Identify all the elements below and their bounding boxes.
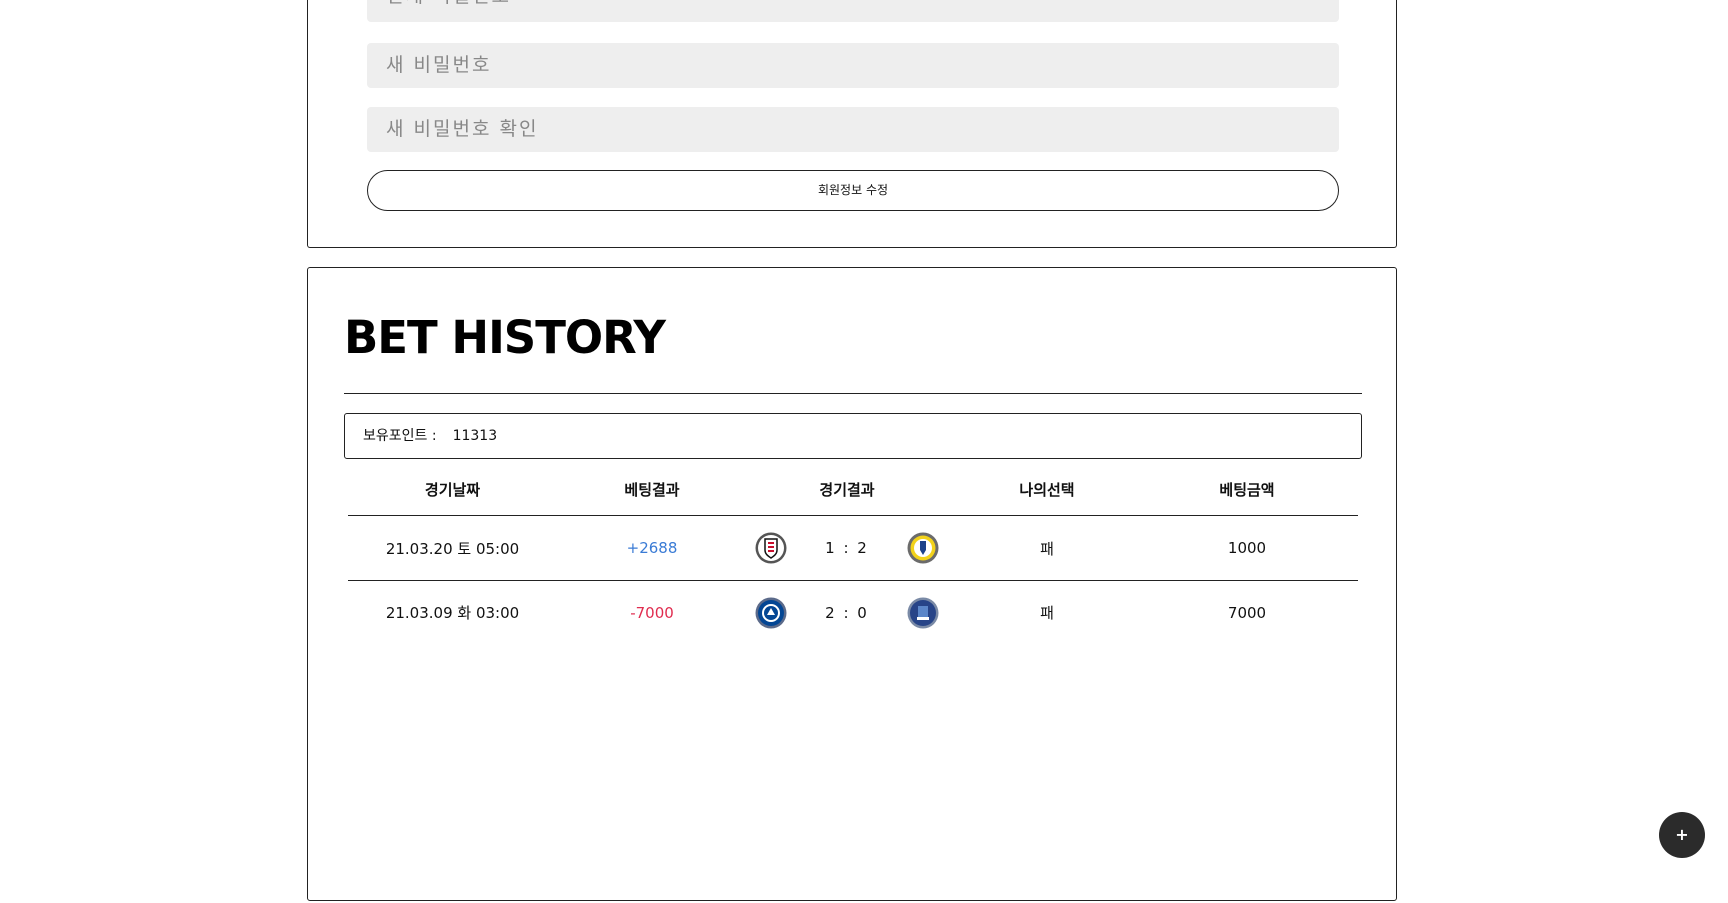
bet-amount: 7000 [1227,603,1267,622]
my-choice: 패 [1040,539,1054,558]
everton-crest-icon [907,597,939,629]
update-profile-button[interactable]: 회원정보 수정 [367,170,1339,211]
page-title: BET HISTORY [344,311,666,364]
fulham-crest-icon [755,532,787,564]
confirm-password-field[interactable]: 새 비밀번호 확인 [367,107,1339,152]
match-result: 2 : 0 [747,597,947,629]
score: 2 : 0 [825,603,869,622]
points-label: 보유포인트 : [363,428,437,444]
bet-history-table: 경기날짜 베팅결과 경기결과 나의선택 베팅금액 21.03.20 토 05:0… [348,463,1358,644]
profile-panel: 현재 비밀번호 새 비밀번호 새 비밀번호 확인 회원정보 수정 [307,0,1397,248]
current-password-field[interactable]: 현재 비밀번호 [367,0,1339,22]
leeds-crest-icon [907,532,939,564]
table-row: 21.03.09 화 03:00 -7000 2 : 0 패 7000 [348,580,1358,644]
score: 1 : 2 [825,539,869,557]
match-result: 1 : 2 [747,532,947,564]
bet-result: -7000 [630,603,674,622]
chelsea-crest-icon [755,597,787,629]
title-divider [344,393,1362,394]
match-date: 21.03.09 화 03:00 [385,604,520,622]
bet-amount: 1000 [1227,539,1267,557]
points-value: 11313 [452,428,498,444]
points-box: 보유포인트 : 11313 [344,413,1362,459]
column-header-my-choice: 나의선택 [1019,480,1075,499]
table-header: 경기날짜 베팅결과 경기결과 나의선택 베팅금액 [348,463,1358,516]
column-header-bet-amount: 베팅금액 [1219,480,1275,499]
floating-plus-button[interactable]: + [1659,812,1705,858]
new-password-field[interactable]: 새 비밀번호 [367,43,1339,88]
column-header-bet-result: 베팅결과 [624,480,680,499]
table-row: 21.03.20 토 05:00 +2688 1 : 2 패 1000 [348,516,1358,580]
my-choice: 패 [1040,604,1054,622]
bet-result: +2688 [626,539,678,557]
bet-history-panel: BET HISTORY 보유포인트 : 11313 경기날짜 베팅결과 경기결과 … [307,267,1397,901]
column-header-match-result: 경기결과 [819,480,875,499]
match-date: 21.03.20 토 05:00 [385,539,520,558]
column-header-date: 경기날짜 [424,480,481,499]
